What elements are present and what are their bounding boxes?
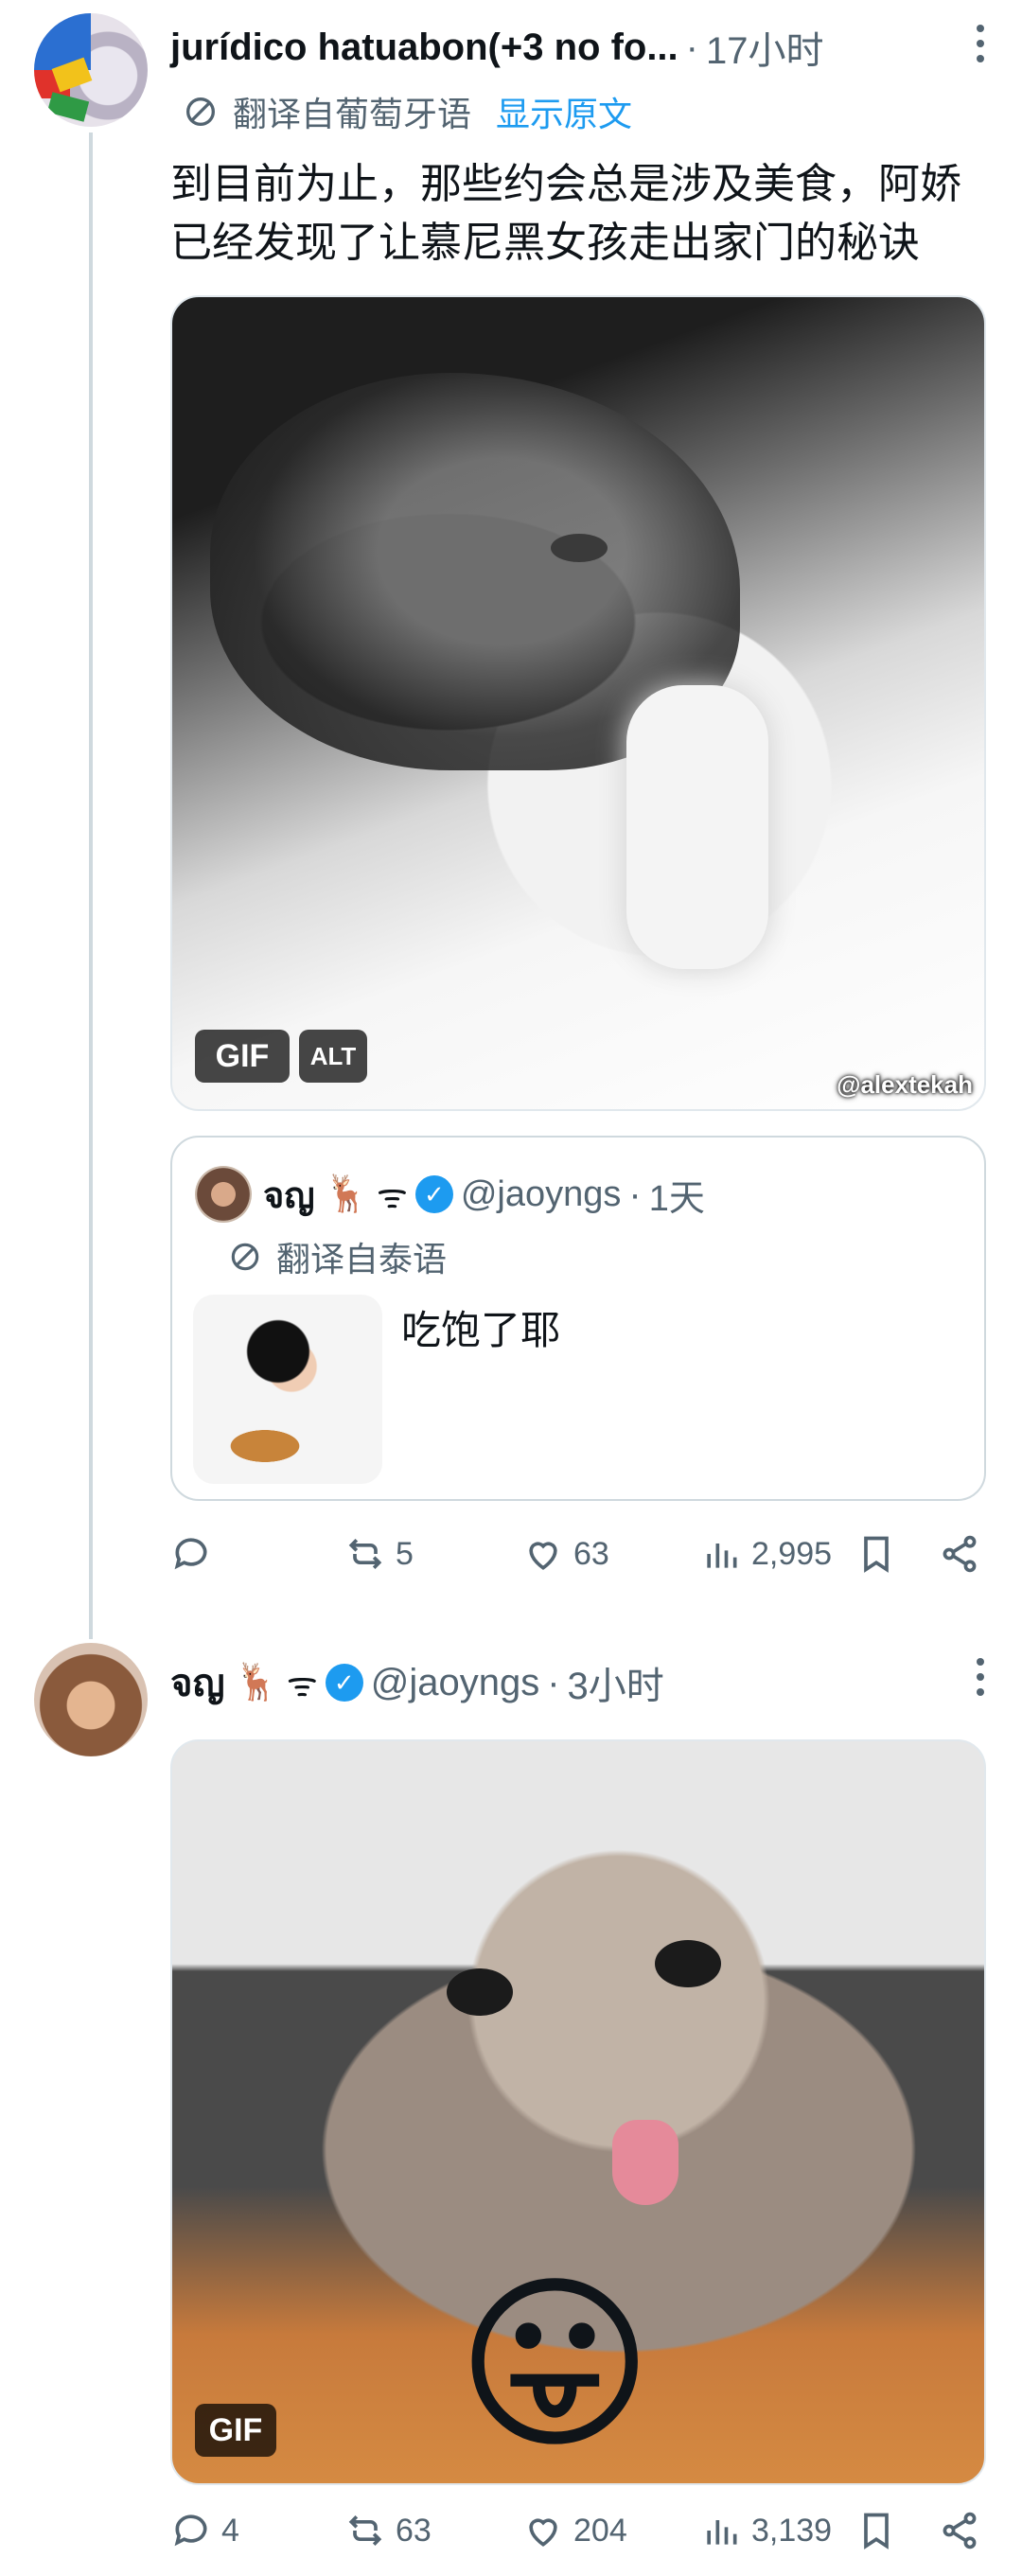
gif-media[interactable]: GIF ALT @alextekah <box>170 295 986 1111</box>
reply-button[interactable] <box>170 1533 221 1575</box>
share-button[interactable] <box>939 1533 980 1575</box>
quote-author-name: จญ <box>263 1175 315 1216</box>
retweet-button[interactable]: 63 <box>344 2510 432 2551</box>
retweet-icon <box>348 1539 382 1569</box>
like-count: 204 <box>573 2512 627 2549</box>
author-name[interactable]: จญ <box>170 1652 225 1713</box>
tongue-emoji: 😛 <box>456 2260 654 2471</box>
reply-icon <box>174 2514 207 2547</box>
quote-text: 吃饱了耶 <box>401 1308 561 1352</box>
separator-dot: · <box>628 1173 642 1215</box>
share-icon <box>943 2512 977 2550</box>
retweet-icon <box>348 2515 382 2546</box>
share-icon <box>943 1535 977 1573</box>
kitten-image <box>447 1968 513 2016</box>
verified-badge-icon: ✓ <box>414 1175 453 1213</box>
quote-thumbnail[interactable] <box>193 1295 382 1484</box>
author-name[interactable]: jurídico hatuabon(+3 no fo... <box>170 26 678 69</box>
deer-emoji: 🦌 <box>324 1174 369 1214</box>
alt-badge[interactable]: ALT <box>299 1030 367 1083</box>
separator-dot: · <box>685 26 698 68</box>
gif-media[interactable]: 😛 GIF <box>170 1739 986 2485</box>
verified-badge-icon: ✓ <box>325 1664 363 1702</box>
reply-button[interactable]: 4 <box>170 2510 239 2551</box>
reply-count: 4 <box>221 2512 239 2549</box>
timestamp[interactable]: 3小时 <box>568 1655 664 1710</box>
show-original-link[interactable]: 显示原文 <box>496 87 632 136</box>
like-button[interactable]: 204 <box>522 2510 627 2551</box>
views-button[interactable]: 3,139 <box>700 2510 832 2551</box>
quote-tweet[interactable]: จญ 🦌 ᯤ ✓ @jaoyngs · 1天 翻译自泰语 吃饱了耶 <box>170 1136 986 1501</box>
views-icon <box>707 1544 737 1568</box>
tweet-header: jurídico hatuabon(+3 no fo... · 17小时 <box>170 19 824 76</box>
quote-header: จญ 🦌 ᯤ ✓ @jaoyngs · 1天 <box>263 1164 705 1225</box>
more-options-icon[interactable] <box>961 1658 999 1696</box>
avatar[interactable] <box>34 1643 148 1756</box>
quote-translation-bar: 翻译自泰语 <box>227 1232 447 1281</box>
reply-icon <box>174 1538 207 1570</box>
heart-icon <box>529 2518 557 2547</box>
bookmark-icon <box>864 2513 889 2550</box>
deer-emoji: 🦌 <box>234 1663 279 1703</box>
gif-badge[interactable]: GIF <box>195 2404 276 2457</box>
quote-avatar <box>195 1166 252 1223</box>
more-options-icon[interactable] <box>961 25 999 62</box>
tweet-header: จญ 🦌 ᯤ ✓ @jaoyngs · 3小时 <box>170 1654 664 1711</box>
quote-handle: @jaoyngs <box>460 1173 622 1214</box>
handle[interactable]: @jaoyngs <box>371 1662 539 1704</box>
action-bar: 4 63 204 3,139 <box>170 2502 986 2559</box>
views-button[interactable]: 2,995 <box>700 1533 832 1575</box>
views-icon <box>707 2520 737 2545</box>
translate-icon <box>231 1243 259 1271</box>
quote-timestamp: 1天 <box>648 1178 705 1219</box>
translated-from-label: 翻译自葡萄牙语 <box>233 95 472 133</box>
translation-bar: 翻译自葡萄牙语 显示原文 <box>182 87 632 136</box>
bookmark-button[interactable] <box>855 1533 897 1575</box>
view-count: 3,139 <box>751 2512 833 2549</box>
gif-badge[interactable]: GIF <box>195 1030 290 1083</box>
avatar[interactable] <box>34 13 148 127</box>
retweet-count: 63 <box>396 2512 432 2549</box>
heart-icon <box>529 1542 557 1570</box>
retweet-count: 5 <box>396 1535 414 1572</box>
like-count: 63 <box>573 1535 609 1572</box>
watermark: @alextekah <box>837 1070 973 1099</box>
separator-dot: · <box>547 1661 560 1703</box>
tweet-text: 到目前为止，那些约会总是涉及美食，阿娇已经发现了让慕尼黑女孩走出家门的秘诀 <box>170 161 961 266</box>
eye-symbol: ᯤ <box>286 1664 318 1703</box>
translate-icon <box>186 97 215 126</box>
timestamp[interactable]: 17小时 <box>706 20 824 75</box>
action-bar: 5 63 2,995 <box>170 1526 986 1582</box>
bookmark-icon <box>864 1536 889 1573</box>
eye-symbol: ᯤ <box>376 1175 408 1215</box>
translated-from-label: 翻译自泰语 <box>276 1240 448 1279</box>
share-button[interactable] <box>939 2510 980 2551</box>
retweet-button[interactable]: 5 <box>344 1533 414 1575</box>
thread-line <box>89 132 93 1639</box>
view-count: 2,995 <box>751 1535 833 1572</box>
bookmark-button[interactable] <box>855 2510 897 2551</box>
like-button[interactable]: 63 <box>522 1533 609 1575</box>
